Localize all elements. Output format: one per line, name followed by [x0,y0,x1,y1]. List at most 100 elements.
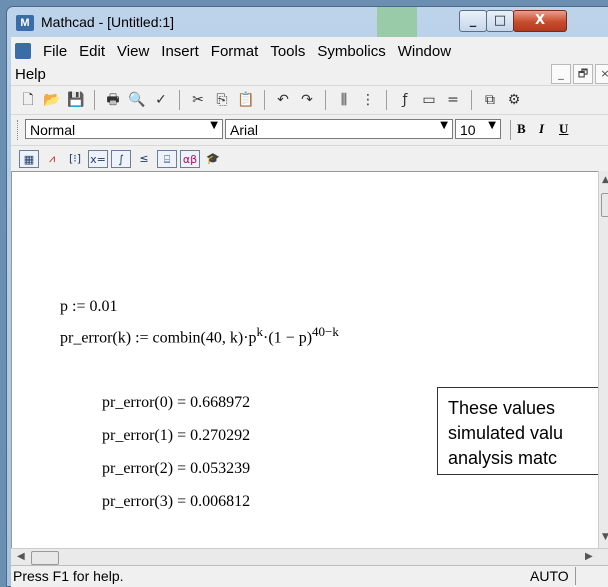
status-bar: Press F1 for help. AUTO [11,565,608,587]
evaluation-palette-icon[interactable]: x= [88,150,108,168]
result-2[interactable]: pr_error(2) = 0.053239 [102,460,250,478]
result-0[interactable]: pr_error(0) = 0.668972 [102,394,250,412]
vertical-scrollbar[interactable]: ▲ ▼ [598,171,608,548]
save-icon[interactable]: 💾 [67,91,85,109]
result-3[interactable]: pr_error(3) = 0.006812 [102,493,250,511]
standard-toolbar-items: 🗋 📂 💾 🖶 🔍 ✓ ✂ ⎘ 📋 ↶ ↷ ⫼ ⋮ ƒ ▭ = ⧉ ⚙ [19,90,523,110]
title-bar[interactable]: M Mathcad - [Untitled:1] _ □ X [7,7,608,37]
exponent-40-k: 40−k [312,324,339,339]
callout-line: These values [448,398,556,418]
insert-function-icon[interactable]: ƒ [396,91,414,109]
greek-palette-icon[interactable]: αβ [180,150,200,168]
menu-edit[interactable]: Edit [73,43,111,60]
doc-minimize-button[interactable]: _ [551,64,571,84]
toolbar-separator [510,120,511,140]
font-size-value: 10 [460,122,476,138]
menu-help[interactable]: Help [15,66,52,83]
toolbar-grip[interactable] [17,120,21,140]
style-value: Normal [30,122,76,138]
font-value: Arial [230,122,259,138]
minimize-icon: _ [469,13,477,28]
redo-icon[interactable]: ↷ [298,91,316,109]
menu-format[interactable]: Format [205,43,265,60]
calculate-icon[interactable]: = [444,91,462,109]
definition-p[interactable]: p := 0.01 [60,298,117,316]
print-preview-icon[interactable]: 🔍 [128,91,146,109]
scroll-down-icon[interactable]: ▼ [602,532,608,542]
new-icon[interactable]: 🗋 [19,91,37,109]
components-icon[interactable]: ⚙ [505,91,523,109]
document-window-controls: _ 🗗 × [549,64,608,84]
paste-icon[interactable]: 📋 [237,91,255,109]
cut-icon[interactable]: ✂ [189,91,207,109]
maximize-button[interactable]: □ [486,10,514,32]
menu-file[interactable]: File [37,43,73,60]
menu-row: Help [15,63,52,85]
symbolic-palette-icon[interactable]: 🎓 [203,150,223,168]
definition-mid: ·(1 − p) [263,329,313,347]
resource-center-icon[interactable]: ⧉ [481,91,499,109]
copy-icon[interactable]: ⎘ [213,91,231,109]
result-1[interactable]: pr_error(1) = 0.270292 [102,427,250,445]
formatting-toolbar: Normal ▼ Arial ▼ 10 ▼ B I U [11,114,608,145]
application-window: M Mathcad - [Untitled:1] _ □ X File Edit… [6,6,608,587]
close-icon: X [534,13,546,28]
close-button[interactable]: X [513,10,567,32]
menu-view[interactable]: View [111,43,155,60]
chevron-down-icon: ▼ [210,120,218,131]
align-down-icon[interactable]: ⋮ [359,91,377,109]
maximize-icon: □ [493,13,507,28]
align-across-icon[interactable]: ⫼ [335,91,353,109]
definition-pr-error[interactable]: pr_error(k) := combin(40, k)·pk·(1 − p)4… [60,324,339,347]
calculus-palette-icon[interactable]: ∫ [111,150,131,168]
font-size-select[interactable]: 10 ▼ [455,119,501,139]
status-help-text: Press F1 for help. [13,568,124,584]
mathcad-icon[interactable]: M [16,15,34,31]
undo-icon[interactable]: ↶ [274,91,292,109]
underline-button[interactable]: U [559,121,568,137]
worksheet[interactable]: p := 0.01 pr_error(k) := combin(40, k)·p… [11,171,608,549]
status-calc-mode: AUTO [530,568,569,584]
menu-tools[interactable]: Tools [264,43,311,60]
matrix-palette-icon[interactable]: [⁝] [65,150,85,168]
doc-restore-button[interactable]: 🗗 [573,64,593,84]
chevron-down-icon: ▼ [440,120,448,131]
insert-unit-icon[interactable]: ▭ [420,91,438,109]
toolbar-separator [386,90,387,110]
text-region-callout[interactable]: These values simulated valu analysis mat… [437,387,608,475]
style-select[interactable]: Normal ▼ [25,119,223,139]
menu-bar: File Edit View Insert Format Tools Symbo… [11,37,608,85]
window-title: Mathcad - [Untitled:1] [41,14,175,30]
programming-palette-icon[interactable]: ⌸ [157,150,177,168]
chevron-down-icon: ▼ [488,120,496,131]
spellcheck-icon[interactable]: ✓ [152,91,170,109]
minimize-button[interactable]: _ [459,10,487,32]
status-separator [575,567,576,585]
scroll-right-icon[interactable]: ▶ [585,551,593,562]
graph-palette-icon[interactable]: ⩘ [42,150,62,168]
menu-window[interactable]: Window [392,43,457,60]
menu-symbolics[interactable]: Symbolics [311,43,391,60]
math-toolbar-items: ▦ ⩘ [⁝] x= ∫ ≤ ⌸ αβ 🎓 [19,150,223,168]
font-select[interactable]: Arial ▼ [225,119,453,139]
scroll-left-icon[interactable]: ◀ [17,551,25,562]
toolbar-separator [94,90,95,110]
toolbar-separator [179,90,180,110]
scroll-up-icon[interactable]: ▲ [602,175,608,185]
menu-insert[interactable]: Insert [155,43,205,60]
boolean-palette-icon[interactable]: ≤ [134,150,154,168]
calculator-palette-icon[interactable]: ▦ [19,150,39,168]
callout-line: analysis matc [448,448,558,468]
doc-close-button[interactable]: × [595,64,608,84]
open-icon[interactable]: 📂 [43,91,61,109]
italic-button[interactable]: I [539,121,544,137]
scroll-thumb[interactable] [601,193,608,217]
titlebar-decoration [377,7,417,37]
toolbar-separator [325,90,326,110]
horizontal-scrollbar[interactable]: ◀ ▶ [11,548,608,566]
scroll-thumb[interactable] [31,551,59,565]
toolbar-separator [264,90,265,110]
document-icon[interactable] [15,43,31,59]
bold-button[interactable]: B [517,121,526,137]
print-icon[interactable]: 🖶 [104,91,122,109]
